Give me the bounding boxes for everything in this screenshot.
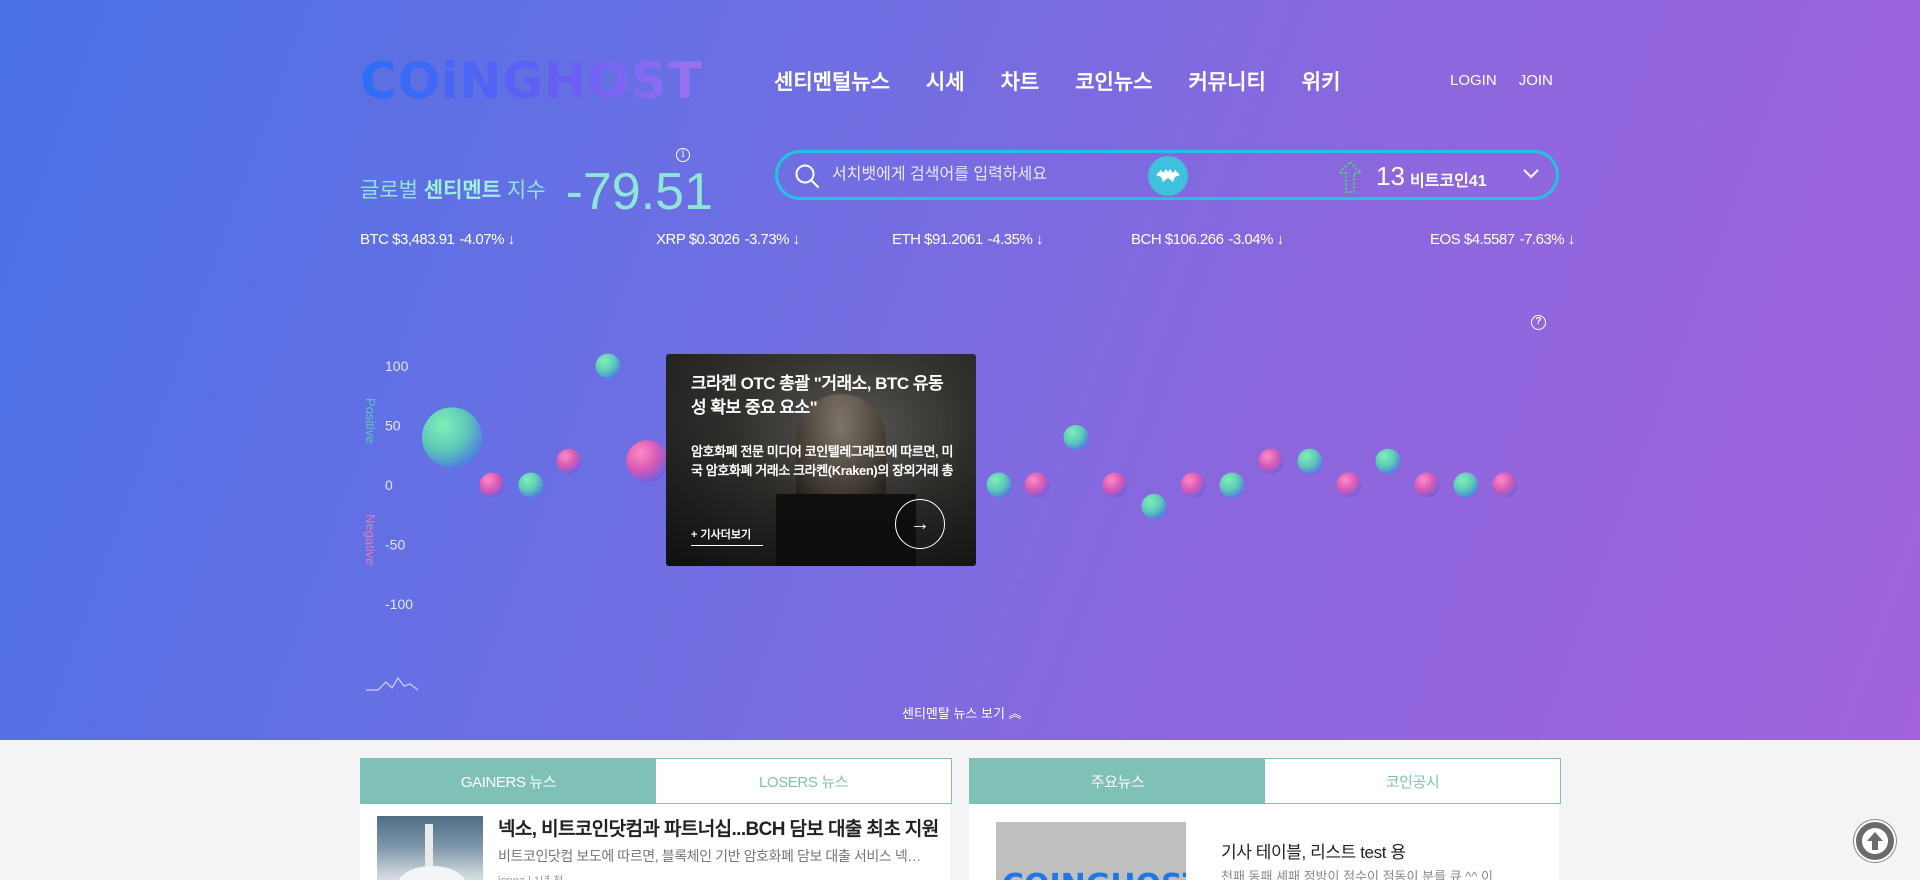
nav-community[interactable]: 커뮤니티 [1188,66,1265,96]
global-sentiment-index: 글로벌 센티멘트 지수 -79.51 [360,150,713,221]
news-title[interactable]: 크라켄 OTC 총괄 "거래소, BTC 유동성 확보 중요 요소" [691,372,956,420]
y-tick-label: -100 [385,596,413,612]
tab-major-news[interactable]: 주요뉴스 [970,759,1265,803]
search-input[interactable] [832,163,1132,187]
chevron-down-icon[interactable] [1522,165,1540,183]
sentiment-bubble[interactable] [1414,472,1440,498]
y-tick-label: 50 [385,418,401,434]
sentiment-bubble[interactable] [986,472,1012,498]
sentiment-label: 글로벌 센티멘트 지수 [360,179,546,202]
tab-coin-disclosure[interactable]: 코인공시 [1265,759,1560,803]
nav-chart[interactable]: 차트 [1001,66,1040,96]
ticker-btc[interactable]: BTC $3,483.91 -4.07% ↓ [360,231,515,248]
sentiment-bubble[interactable] [422,407,482,468]
y-axis: 100 50 0 -50 -100 Positive Negative [363,358,413,612]
negative-axis-label: Negative [363,514,378,565]
positive-axis-label: Positive [363,398,378,444]
y-tick-label: 0 [385,477,393,493]
y-tick-label: 100 [385,358,409,374]
article-thumbnail[interactable]: COINGHOST [996,822,1186,880]
search-bar: 13 비트코인41 [775,150,1559,200]
sentiment-bubble[interactable] [626,440,668,483]
nav-prices[interactable]: 시세 [926,66,965,96]
ticker-eth[interactable]: ETH $91.2061 -4.35% ↓ [892,231,1043,248]
arrow-up-icon [1862,828,1888,854]
article-excerpt: 천패 동패 셰패 정방이 점수이 점동이 분를 큐 ^^ 이 [1221,869,1493,880]
sentiment-bubble[interactable] [1453,472,1479,498]
sentiment-bubble[interactable] [1492,472,1518,498]
hero-section: COiNGHOST 센티멘털뉴스 시세 차트 코인뉴스 커뮤니티 위키 LOGI… [0,0,1920,740]
right-news-list: COINGHOST 기사 테이블, 리스트 test 용 천패 동패 셰패 정방… [969,804,1559,880]
auth-links: LOGIN JOIN [1450,72,1553,89]
info-icon[interactable]: i [676,148,690,162]
ticker-xrp[interactable]: XRP $0.3026 -3.73% ↓ [656,231,800,248]
searchbat-icon[interactable] [1148,156,1188,196]
login-link[interactable]: LOGIN [1450,72,1497,89]
sentiment-bubble[interactable] [1141,493,1167,519]
scroll-top-button[interactable] [1854,820,1896,862]
sentiment-bubble[interactable] [518,472,544,498]
sentiment-bubble[interactable] [1180,472,1206,498]
featured-news-card[interactable]: 크라켄 OTC 총괄 "거래소, BTC 유동성 확보 중요 요소" 암호화폐 … [666,354,976,566]
tab-gainers-news[interactable]: GAINERS 뉴스 [361,759,656,803]
mini-wave-icon [366,676,419,691]
tab-losers-news[interactable]: LOSERS 뉴스 [656,759,951,803]
left-news-tabs: GAINERS 뉴스 LOSERS 뉴스 [360,758,952,804]
join-link[interactable]: JOIN [1519,72,1553,89]
main-nav: 센티멘털뉴스 시세 차트 코인뉴스 커뮤니티 위키 [774,66,1340,96]
rank-coin[interactable]: 비트코인41 [1410,167,1487,191]
news-excerpt: 암호화폐 전문 미디어 코인텔레그래프에 따르면, 미국 암호화폐 거래소 크라… [691,444,954,478]
read-more-link[interactable]: + 기사더보기 [691,526,763,546]
article-title[interactable]: 넥소, 비트코인닷컴과 파트너십...BCH 담보 대출 최초 지원 [498,814,939,841]
sentiment-bubble[interactable] [1297,448,1323,474]
right-news-tabs: 주요뉴스 코인공시 [969,758,1561,804]
site-logo[interactable]: COiNGHOST [360,52,703,110]
ticker-bch[interactable]: BCH $106.266 -3.04% ↓ [1131,231,1284,248]
rank-up-arrow-icon [1338,161,1362,193]
sentiment-bubble[interactable] [1063,424,1089,450]
sentiment-bubble[interactable] [1024,472,1050,498]
see-sentiment-news-link[interactable]: 센티멘탈 뉴스 보기 ︽ [902,703,1022,722]
y-tick-label: -50 [385,537,405,553]
article-meta: jenna | 1년 전 [498,872,563,880]
nav-coin-news[interactable]: 코인뉴스 [1075,66,1152,96]
ticker-eos[interactable]: EOS $4.5587 -7.63% ↓ [1430,231,1575,248]
sentiment-bubble[interactable] [556,448,582,474]
search-icon[interactable] [794,163,820,189]
sentiment-bubble[interactable] [479,472,505,498]
sentiment-bubble[interactable] [595,353,621,379]
nav-wiki[interactable]: 위키 [1302,66,1341,96]
sentiment-value: -79.51 [565,163,714,221]
rank-number: 13 [1376,161,1405,191]
article-title[interactable]: 기사 테이블, 리스트 test 용 [1221,838,1406,863]
sentiment-bubble[interactable] [1258,448,1284,474]
article-thumbnail[interactable] [377,816,483,880]
sentiment-bubble[interactable] [1375,448,1401,474]
sentiment-bubble[interactable] [1219,472,1245,498]
article-excerpt: 비트코인닷컴 보도에 따르면, 블록체인 기반 암호화폐 담보 대출 서비스 넥… [498,848,928,864]
nav-sentiment-news[interactable]: 센티멘털뉴스 [774,66,890,96]
sentiment-bubble[interactable] [1336,472,1362,498]
left-news-list: 넥소, 비트코인닷컴과 파트너십...BCH 담보 대출 최초 지원 비트코인닷… [360,804,950,880]
sentiment-bubble[interactable] [1102,472,1128,498]
arrow-right-icon[interactable]: → [895,499,945,549]
